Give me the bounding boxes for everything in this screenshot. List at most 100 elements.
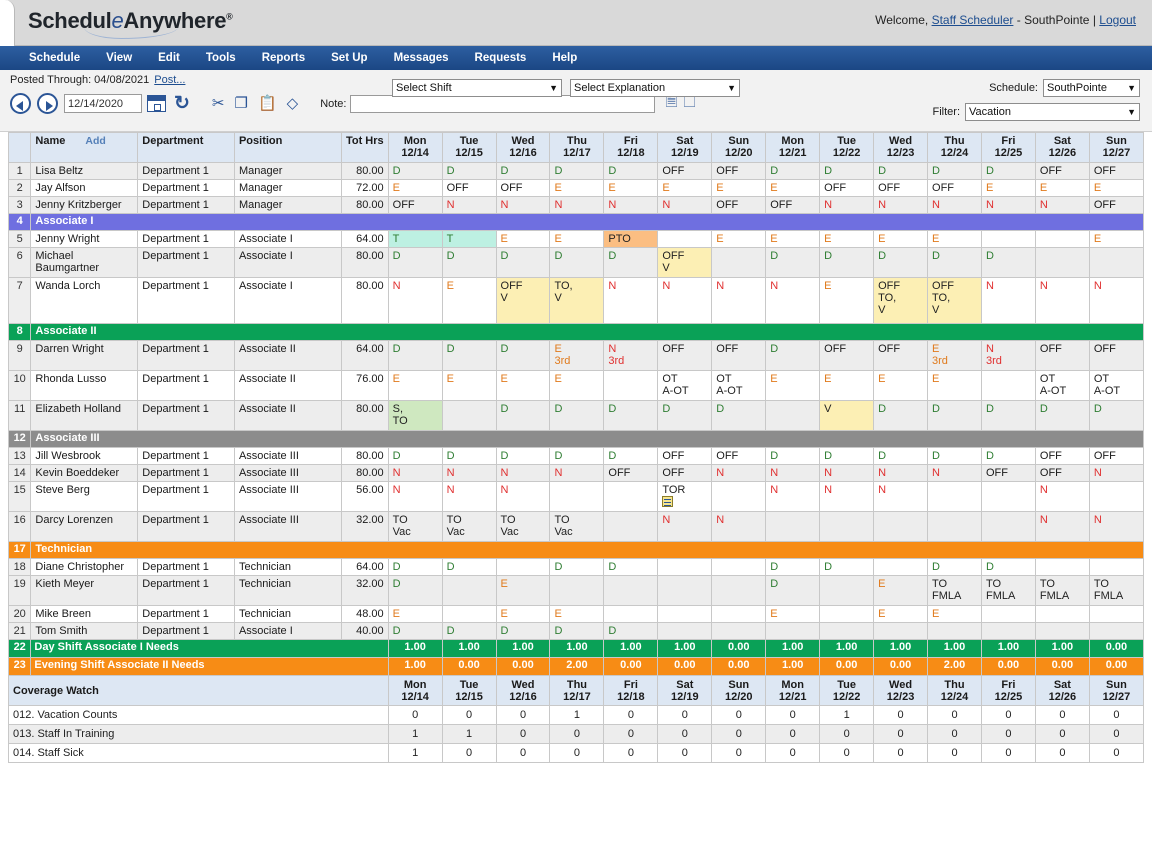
schedule-cell[interactable]: N (1035, 482, 1089, 512)
schedule-cell[interactable]: D (496, 401, 550, 431)
schedule-cell[interactable]: E (712, 180, 766, 197)
select-explanation-dropdown[interactable]: Select Explanation ▼ (570, 79, 740, 97)
schedule-cell[interactable]: D (604, 248, 658, 278)
schedule-cell[interactable]: D (766, 163, 820, 180)
schedule-cell[interactable]: OFF (928, 180, 982, 197)
schedule-cell[interactable]: N (928, 197, 982, 214)
schedule-cell[interactable] (981, 371, 1035, 401)
refresh-icon[interactable]: ↻ (174, 94, 190, 113)
schedule-cell[interactable]: OFF (658, 465, 712, 482)
schedule-cell[interactable]: N (820, 197, 874, 214)
schedule-cell[interactable]: V (820, 401, 874, 431)
schedule-cell[interactable]: N (766, 465, 820, 482)
schedule-cell[interactable]: N (496, 482, 550, 512)
schedule-cell[interactable]: D (604, 163, 658, 180)
employee-name-cell[interactable]: Wanda Lorch (31, 278, 138, 324)
employee-name-cell[interactable]: Diane Christopher (31, 559, 138, 576)
schedule-cell[interactable]: N (766, 278, 820, 324)
schedule-cell[interactable]: E (928, 606, 982, 623)
schedule-cell[interactable]: N (766, 482, 820, 512)
schedule-cell[interactable]: E (712, 231, 766, 248)
schedule-cell[interactable] (928, 482, 982, 512)
previous-period-button[interactable] (10, 93, 31, 114)
schedule-cell[interactable]: E (874, 231, 928, 248)
schedule-cell[interactable] (1089, 248, 1143, 278)
schedule-cell[interactable]: D (766, 341, 820, 371)
schedule-cell[interactable]: E (550, 606, 604, 623)
schedule-cell[interactable]: E (496, 576, 550, 606)
schedule-cell[interactable]: N (712, 465, 766, 482)
schedule-cell[interactable]: D (388, 248, 442, 278)
next-period-button[interactable] (37, 93, 58, 114)
schedule-cell[interactable]: D (604, 448, 658, 465)
schedule-cell[interactable]: OTA-OT (1089, 371, 1143, 401)
schedule-cell[interactable]: D (442, 248, 496, 278)
schedule-cell[interactable]: E (766, 231, 820, 248)
schedule-cell[interactable]: E (766, 180, 820, 197)
schedule-cell[interactable]: N (550, 465, 604, 482)
schedule-cell[interactable]: E (874, 576, 928, 606)
schedule-cell[interactable] (658, 231, 712, 248)
schedule-cell[interactable] (604, 606, 658, 623)
employee-name-cell[interactable]: Darren Wright (31, 341, 138, 371)
schedule-cell[interactable]: N (874, 482, 928, 512)
schedule-cell[interactable]: E (766, 371, 820, 401)
employee-name-cell[interactable]: Steve Berg (31, 482, 138, 512)
schedule-cell[interactable]: OFFV (496, 278, 550, 324)
schedule-cell[interactable]: OFF (820, 180, 874, 197)
schedule-cell[interactable]: N (1089, 278, 1143, 324)
schedule-cell[interactable]: OFF (1089, 163, 1143, 180)
schedule-cell[interactable]: N (712, 278, 766, 324)
schedule-cell[interactable] (712, 559, 766, 576)
note-input[interactable] (350, 95, 655, 113)
schedule-cell[interactable] (1035, 248, 1089, 278)
schedule-cell[interactable]: TOFMLA (1089, 576, 1143, 606)
schedule-cell[interactable]: D (496, 163, 550, 180)
schedule-cell[interactable]: N (874, 465, 928, 482)
schedule-cell[interactable]: E (550, 371, 604, 401)
schedule-cell[interactable]: D (496, 248, 550, 278)
schedule-cell[interactable] (604, 482, 658, 512)
schedule-cell[interactable]: D (766, 448, 820, 465)
schedule-cell[interactable]: OFF (981, 465, 1035, 482)
schedule-cell[interactable] (550, 576, 604, 606)
employee-name-cell[interactable]: Mike Breen (31, 606, 138, 623)
schedule-cell[interactable] (1035, 606, 1089, 623)
schedule-cell[interactable]: D (388, 448, 442, 465)
schedule-cell[interactable]: OFF (388, 197, 442, 214)
menu-item-messages[interactable]: Messages (381, 52, 462, 64)
schedule-dropdown[interactable]: SouthPointe ▼ (1043, 79, 1140, 97)
schedule-cell[interactable]: D (766, 559, 820, 576)
schedule-cell[interactable]: D (981, 559, 1035, 576)
schedule-cell[interactable]: TOFMLA (928, 576, 982, 606)
schedule-cell[interactable] (928, 512, 982, 542)
schedule-cell[interactable]: D (981, 248, 1035, 278)
schedule-cell[interactable]: E (442, 371, 496, 401)
schedule-cell[interactable]: TOFMLA (1035, 576, 1089, 606)
schedule-cell[interactable] (658, 623, 712, 640)
schedule-cell[interactable]: D (496, 341, 550, 371)
schedule-cell[interactable] (712, 248, 766, 278)
schedule-cell[interactable] (1089, 482, 1143, 512)
schedule-cell[interactable]: TOR (658, 482, 712, 512)
schedule-cell[interactable] (874, 559, 928, 576)
schedule-cell[interactable]: TOVac (388, 512, 442, 542)
schedule-cell[interactable]: D (550, 559, 604, 576)
schedule-cell[interactable]: D (442, 559, 496, 576)
schedule-cell[interactable]: N (388, 278, 442, 324)
schedule-cell[interactable]: E (550, 180, 604, 197)
employee-name-cell[interactable]: Rhonda Lusso (31, 371, 138, 401)
schedule-cell[interactable]: E (928, 231, 982, 248)
schedule-cell[interactable]: D (550, 248, 604, 278)
schedule-cell[interactable]: E3rd (928, 341, 982, 371)
schedule-cell[interactable]: E (658, 180, 712, 197)
employee-name-cell[interactable]: Kieth Meyer (31, 576, 138, 606)
menu-item-requests[interactable]: Requests (462, 52, 540, 64)
schedule-cell[interactable]: D (928, 248, 982, 278)
menu-item-setup[interactable]: Set Up (318, 52, 380, 64)
schedule-cell[interactable]: T (388, 231, 442, 248)
schedule-cell[interactable] (712, 606, 766, 623)
schedule-cell[interactable] (1089, 606, 1143, 623)
schedule-cell[interactable] (1035, 231, 1089, 248)
schedule-cell[interactable]: OFF (496, 180, 550, 197)
